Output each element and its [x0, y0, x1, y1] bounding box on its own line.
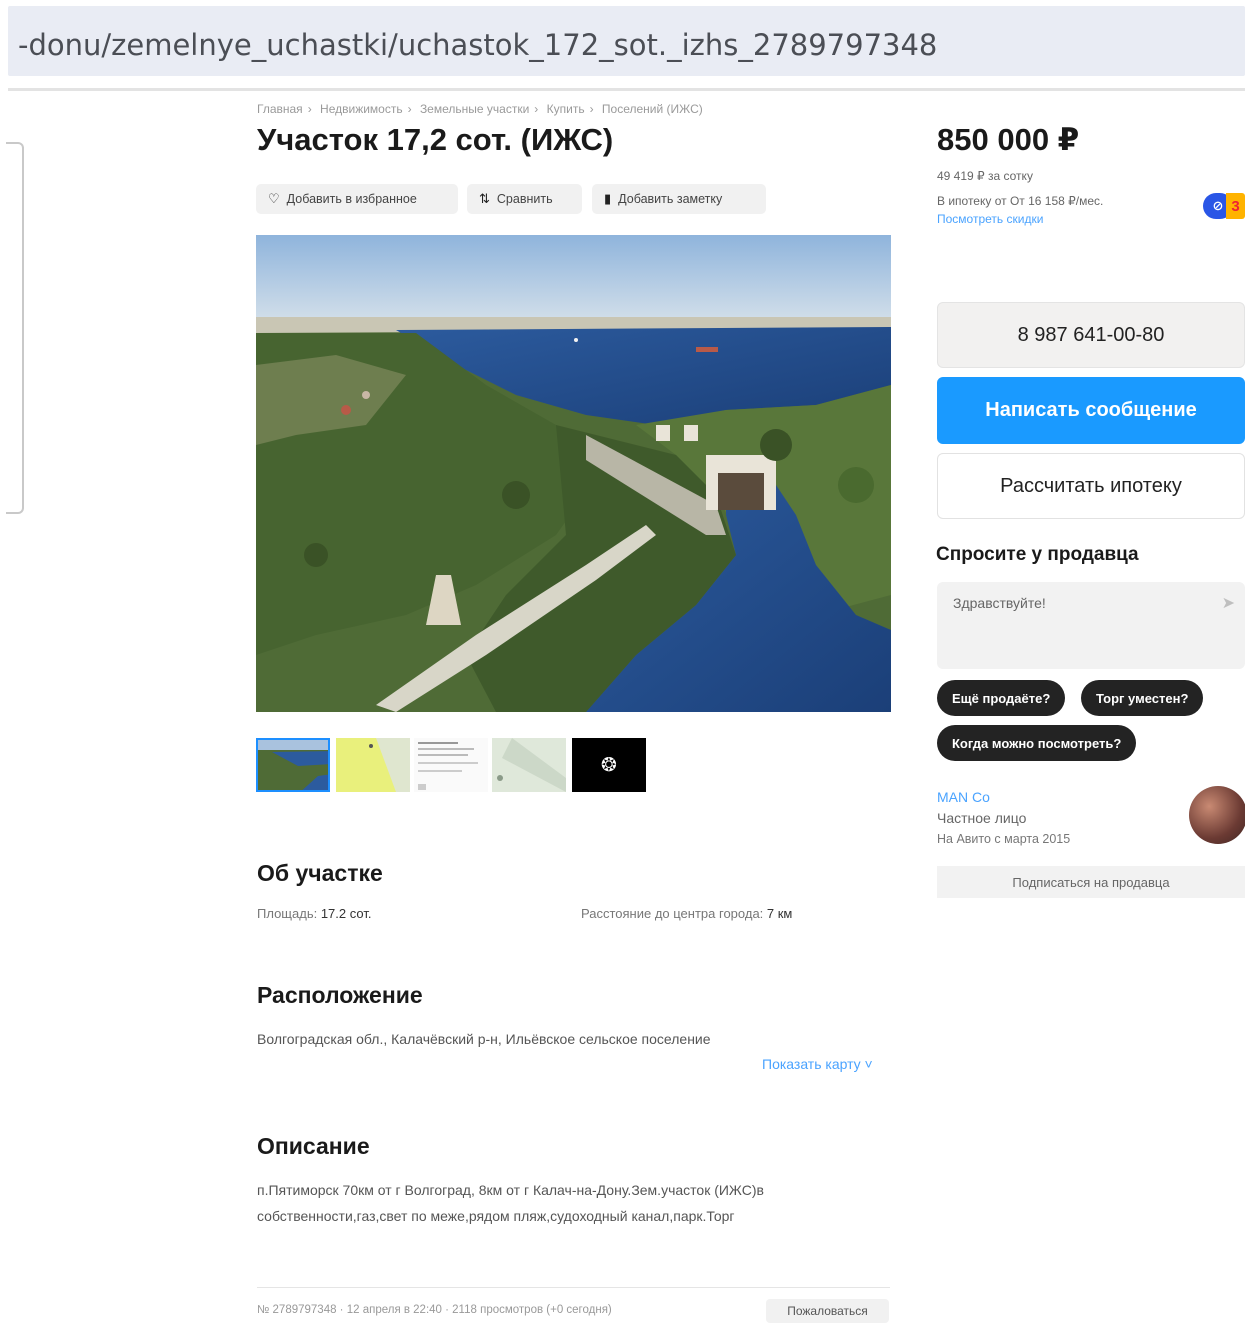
price-per-hundred: 49 419 ₽ за сотку [937, 169, 1033, 183]
send-icon[interactable]: ➤ [1222, 593, 1235, 613]
thumb-document-icon [414, 738, 488, 792]
left-side-panel[interactable] [6, 142, 24, 514]
show-map-link[interactable]: Показать карту ˅ [762, 1056, 873, 1072]
ask-seller-input[interactable]: Здравствуйте! ➤ [937, 582, 1245, 669]
url-text: -donu/zemelnye_uchastki/uchastok_172_sot… [18, 28, 938, 62]
subscribe-seller-button[interactable]: Подписаться на продавца [937, 866, 1245, 898]
calc-mortgage-button[interactable]: Рассчитать ипотеку [937, 453, 1245, 519]
add-note-button[interactable]: ▮ Добавить заметку [592, 184, 766, 214]
heart-icon: ♡ [268, 191, 280, 206]
thumb-map-icon [336, 738, 410, 792]
quick-question-still-selling[interactable]: Ещё продаёте? [937, 680, 1066, 716]
photo-thumbnail-3[interactable] [414, 738, 488, 792]
distance-value: 7 км [766, 906, 793, 921]
price: 850 000 ₽ [937, 122, 1080, 157]
note-icon: ▮ [604, 191, 612, 206]
quick-question-viewing[interactable]: Когда можно посмотреть? [937, 725, 1137, 761]
discount-link[interactable]: Посмотреть скидки [937, 212, 1043, 226]
seller-type: Частное лицо [937, 810, 1027, 826]
breadcrumb-home[interactable]: Главная [257, 102, 303, 116]
photo-thumbnail-4[interactable] [492, 738, 566, 792]
photo-thumbnail-5[interactable]: ❂ [572, 738, 646, 792]
breadcrumb-realty[interactable]: Недвижимость [320, 102, 403, 116]
listing-meta: № 2789797348 · 12 апреля в 22:40 · 2118 … [257, 1304, 612, 1316]
area-value: 17.2 сот. [320, 906, 372, 921]
ask-seller-heading: Спросите у продавца [936, 544, 1139, 565]
description-heading: Описание [257, 1133, 370, 1159]
address-text: Волгоградская обл., Калачёвский р-н, Иль… [257, 1031, 711, 1047]
seller-since: На Авито с марта 2015 [937, 832, 1071, 846]
about-heading: Об участке [257, 860, 383, 886]
photo-thumbnail-2[interactable] [336, 738, 410, 792]
area-label: Площадь: [257, 906, 318, 921]
add-favorite-button[interactable]: ♡ Добавить в избранное [256, 184, 458, 214]
photo-thumbnail-1[interactable] [256, 738, 330, 792]
complain-button[interactable]: Пожаловаться [766, 1299, 889, 1323]
write-message-button[interactable]: Написать сообщение [937, 377, 1245, 444]
add-favorite-label: Добавить в избранное [286, 192, 417, 206]
location-heading: Расположение [257, 982, 423, 1008]
show-phone-button[interactable]: 8 987 641-00-80 [937, 302, 1245, 368]
footer-divider [257, 1287, 890, 1288]
distance-label: Расстояние до центра города: [581, 906, 764, 921]
breadcrumb-izhs[interactable]: Поселений (ИЖС) [602, 102, 703, 116]
main-photo[interactable] [256, 235, 891, 712]
breadcrumb-land[interactable]: Земельные участки [420, 102, 529, 116]
compare-icon: ⇅ [479, 191, 490, 206]
seller-name[interactable]: MAN Co [937, 789, 990, 805]
ask-seller-text: Здравствуйте! [953, 595, 1046, 611]
avatar[interactable] [1189, 786, 1245, 844]
compare-button[interactable]: ⇅ Сравнить [467, 184, 582, 214]
distance-field: Расстояние до центра города: 7 км [581, 906, 792, 921]
pano-icon: ❂ [601, 754, 617, 776]
toolbar-divider [8, 88, 1245, 91]
add-note-label: Добавить заметку [618, 192, 723, 206]
bank-logo-icon-2: 3 [1226, 193, 1245, 219]
compare-label: Сравнить [496, 192, 553, 206]
address-bar[interactable]: -donu/zemelnye_uchastki/uchastok_172_sot… [8, 6, 1245, 76]
area-field: Площадь: 17.2 сот. [257, 906, 371, 921]
thumb-aerial-icon [258, 740, 328, 790]
description-text: п.Пятиморск 70км от г Волгоград, 8км от … [257, 1182, 764, 1224]
mortgage-text: В ипотеку от От 16 158 ₽/мес. [937, 194, 1104, 208]
aerial-photo [256, 235, 891, 712]
quick-question-bargain[interactable]: Торг уместен? [1081, 680, 1204, 716]
thumb-map-icon-2 [492, 738, 566, 792]
breadcrumb: Главная › Недвижимость › Земельные участки… [257, 102, 703, 116]
breadcrumb-buy[interactable]: Купить [547, 102, 585, 116]
page-title: Участок 17,2 сот. (ИЖС) [257, 122, 614, 157]
